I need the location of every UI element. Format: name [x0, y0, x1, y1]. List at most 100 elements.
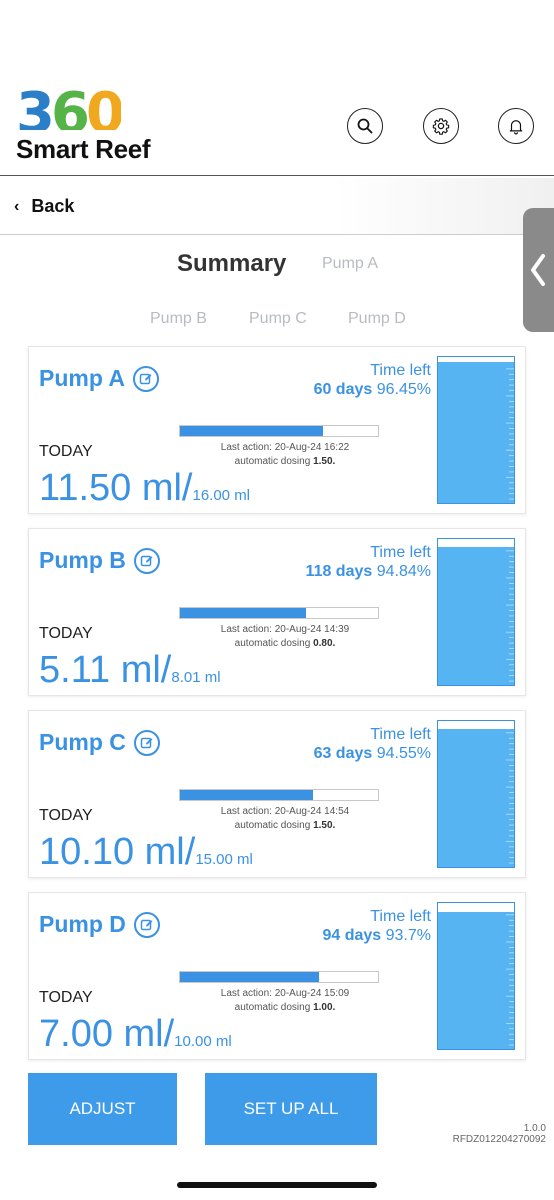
logo-digit-3: 3 [16, 90, 55, 130]
last-action-text: Last action: 20-Aug-24 15:09 [220, 988, 350, 999]
time-left-label: Time left [370, 908, 431, 925]
dosing-label: automatic dosing [234, 456, 311, 467]
tank-percent: 96.45% [376, 381, 431, 398]
dose-readout: 10.10 ml/15.00 ml [39, 831, 253, 873]
home-indicator[interactable] [177, 1182, 377, 1188]
adjust-button[interactable]: ADJUST [28, 1073, 177, 1145]
dosing-progress-fill [180, 972, 319, 982]
last-action: Last action: 20-Aug-24 14:54 automatic d… [179, 805, 391, 833]
tank-scale [506, 368, 514, 500]
version-number: 1.0.0 [523, 1123, 546, 1134]
tank-gauge [437, 538, 515, 686]
edit-icon[interactable] [133, 547, 160, 574]
side-drawer-handle[interactable] [523, 208, 554, 332]
tab-pump-a[interactable]: Pump A [322, 255, 378, 273]
logo-digit-0: 0 [85, 90, 121, 130]
dosing-progress-bar [179, 425, 379, 437]
tank-water-level [438, 912, 514, 1049]
bell-icon [509, 120, 523, 135]
chevron-left-icon: ‹ [14, 197, 20, 215]
dosed-amount: 7.00 ml/ [39, 1013, 175, 1055]
pump-name: Pump D [39, 911, 126, 937]
tank-scale [506, 550, 514, 682]
setup-all-button[interactable]: SET UP ALL [205, 1073, 377, 1145]
dose-readout: 5.11 ml/8.01 ml [39, 649, 221, 691]
pump-card-c[interactable]: Pump C Time left 63 days 94.55% Last act… [28, 710, 526, 878]
tank-water-level [438, 362, 514, 503]
device-serial: RFDZ012204270092 [452, 1134, 546, 1145]
days-left: 94 days [322, 927, 382, 944]
dosing-progress-fill [180, 426, 323, 436]
last-action: Last action: 20-Aug-24 14:39 automatic d… [179, 623, 391, 651]
tank-water-level [438, 546, 514, 685]
last-action: Last action: 20-Aug-24 15:09 automatic d… [179, 987, 391, 1015]
tank-scale [506, 732, 514, 864]
tab-pump-c[interactable]: Pump C [249, 310, 307, 328]
dosing-label: automatic dosing [234, 1002, 311, 1013]
tank-percent: 94.55% [376, 745, 431, 762]
pump-card-a[interactable]: Pump A Time left 60 days 96.45% Last act… [28, 346, 526, 514]
pump-name: Pump C [39, 729, 126, 755]
dosed-amount: 5.11 ml/ [39, 649, 172, 691]
dosing-label: automatic dosing [234, 638, 311, 649]
dosed-amount: 11.50 ml/ [39, 467, 193, 509]
days-left: 63 days [313, 745, 373, 762]
target-amount: 15.00 ml [195, 851, 253, 868]
dose-readout: 7.00 ml/10.00 ml [39, 1013, 232, 1055]
dosing-label: automatic dosing [234, 820, 311, 831]
dosing-progress-bar [179, 971, 379, 983]
time-left: Time left 60 days 96.45% [314, 361, 431, 399]
header-divider [0, 175, 554, 176]
target-amount: 8.01 ml [171, 669, 221, 686]
pump-card-b[interactable]: Pump B Time left 118 days 94.84% Last ac… [28, 528, 526, 696]
notifications-button[interactable] [498, 108, 534, 144]
edit-icon[interactable] [133, 911, 160, 938]
logo-number: 360 [16, 90, 121, 130]
tab-pump-d[interactable]: Pump D [348, 310, 406, 328]
tank-gauge [437, 720, 515, 868]
last-action-text: Last action: 20-Aug-24 14:54 [220, 806, 350, 817]
pump-name: Pump A [39, 365, 126, 391]
days-left: 60 days [313, 381, 373, 398]
chevron-left-icon [531, 254, 545, 286]
last-action-text: Last action: 20-Aug-24 14:39 [220, 624, 350, 635]
app-logo: 360 Smart Reef [16, 90, 166, 166]
edit-icon[interactable] [133, 365, 160, 392]
tank-percent: 93.7% [385, 927, 431, 944]
dosed-amount: 10.10 ml/ [39, 831, 196, 873]
back-bar [0, 178, 554, 234]
dosing-progress-fill [180, 790, 314, 800]
dosing-progress-bar [179, 607, 379, 619]
target-amount: 10.00 ml [174, 1033, 232, 1050]
dosing-progress-bar [179, 789, 379, 801]
edit-icon[interactable] [133, 729, 160, 756]
dosing-value: 1.00. [313, 1002, 336, 1013]
time-left: Time left 63 days 94.55% [314, 725, 431, 763]
settings-button[interactable] [423, 108, 459, 144]
gear-icon [432, 118, 450, 135]
dosing-value: 1.50. [313, 456, 336, 467]
dosing-value: 0.80. [313, 638, 336, 649]
last-action: Last action: 20-Aug-24 16:22 automatic d… [179, 441, 391, 469]
last-action-text: Last action: 20-Aug-24 16:22 [220, 442, 350, 453]
dosing-value: 1.50. [313, 820, 336, 831]
tank-water-level [438, 728, 514, 867]
tank-gauge [437, 356, 515, 504]
search-icon [357, 118, 373, 134]
tank-percent: 94.84% [376, 563, 431, 580]
days-left: 118 days [305, 563, 373, 580]
time-left-label: Time left [370, 544, 431, 561]
tab-pump-b[interactable]: Pump B [150, 310, 207, 328]
today-label: TODAY [39, 807, 93, 824]
tab-summary[interactable]: Summary [177, 250, 286, 278]
search-button[interactable] [347, 108, 383, 144]
dose-readout: 11.50 ml/16.00 ml [39, 467, 250, 509]
target-amount: 16.00 ml [192, 487, 251, 504]
time-left-label: Time left [370, 726, 431, 743]
tank-scale [506, 914, 514, 1046]
back-button[interactable]: ‹ Back [14, 196, 74, 217]
tank-gauge [437, 902, 515, 1050]
back-label: Back [31, 196, 75, 216]
pump-card-d[interactable]: Pump D Time left 94 days 93.7% Last acti… [28, 892, 526, 1060]
today-label: TODAY [39, 989, 93, 1006]
